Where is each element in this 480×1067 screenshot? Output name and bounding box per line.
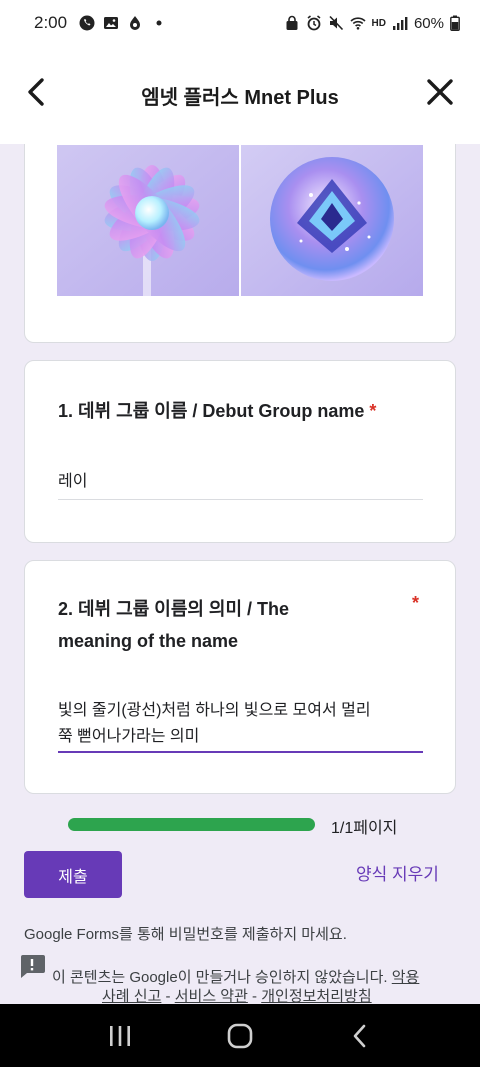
close-button[interactable] [422,74,458,110]
footer-separator: - [247,988,262,1004]
status-right: HD 60% [284,15,460,32]
alarm-icon [307,15,321,31]
page-title: 엠넷 플러스 Mnet Plus [141,86,339,109]
image-icon [104,17,119,29]
recents-button[interactable] [100,1016,140,1056]
home-button[interactable] [220,1016,260,1056]
lock-alarm-icon [286,15,298,30]
privacy-link[interactable]: 개인정보처리방침 [261,988,371,1004]
status-left: 2:00 [34,13,167,33]
report-abuse-link-part2[interactable]: 사례 신고 [102,988,161,1004]
footer-separator: - [161,988,175,1004]
report-abuse-link-part1[interactable]: 악용 [392,969,420,986]
phone-call-icon [79,15,95,31]
header-image-card [24,144,456,343]
report-icon [21,955,45,978]
recents-icon [110,1025,130,1046]
progress-label: 1/1페이지 [331,820,398,837]
footer-links: 사례 신고 - 서비스 약관 - 개인정보처리방침 [102,985,372,1004]
drop-icon [130,16,141,30]
form-content[interactable]: 1. 데뷔 그룹 이름 / Debut Group name * 레이 2. 데… [0,144,480,1004]
footer-note-text: 이 콘텐츠는 Google이 만들거나 승인하지 않았습니다. [52,969,392,986]
password-disclaimer: Google Forms를 통해 비밀번호를 제출하지 마세요. [24,926,347,943]
question-1-underline [58,499,423,500]
mute-icon [328,15,343,31]
hd-voice-label: HD [371,17,386,29]
required-asterisk: * [369,401,377,421]
wifi-icon [349,17,366,30]
question-2-title-line1: 2. 데뷔 그룹 이름의 의미 / The [58,599,290,619]
back-button[interactable] [22,72,54,112]
system-nav-bar [0,1004,480,1067]
home-icon [227,1023,253,1048]
question-2-title-line2: meaning of the name [58,631,239,651]
question-card-2: 2. 데뷔 그룹 이름의 의미 / The meaning of the nam… [24,560,456,794]
question-2-underline-focused [58,751,423,753]
question-1-title: 1. 데뷔 그룹 이름 / Debut Group name * [58,395,376,427]
back-arrow-icon [353,1024,366,1047]
footer-note: 이 콘텐츠는 Google이 만들거나 승인하지 않았습니다. 악용 [52,966,419,987]
question-1-label: 1. 데뷔 그룹 이름 / Debut Group name [58,401,365,421]
question-card-1: 1. 데뷔 그룹 이름 / Debut Group name * 레이 [24,360,456,543]
signal-icon [392,17,408,30]
clear-form-button[interactable]: 양식 지우기 [356,860,439,885]
question-2-answer-line1[interactable]: 빛의 줄기(광선)처럼 하나의 빛으로 모여서 멀리 [58,697,371,724]
terms-link[interactable]: 서비스 약관 [175,988,248,1004]
status-time: 2:00 [34,13,68,32]
required-asterisk: * [412,593,420,613]
header-image [57,145,423,296]
submit-button[interactable]: 제출 [24,851,122,898]
back-nav-button[interactable] [340,1016,380,1056]
battery-icon [450,15,460,31]
status-bar: 2:00 HD 60% [0,0,480,46]
chevron-left-icon [28,78,44,106]
question-2-answer-line2[interactable]: 쭉 뻗어나가라는 의미 [58,723,199,750]
app-header: 엠넷 플러스 Mnet Plus [0,46,480,144]
question-1-answer[interactable]: 레이 [58,468,87,495]
crystal-sphere-image [241,145,423,296]
battery-percent: 60% [413,14,444,32]
progress-bar [68,818,315,831]
close-icon [427,79,453,105]
dot-icon [156,20,162,26]
flower-image [57,145,239,296]
